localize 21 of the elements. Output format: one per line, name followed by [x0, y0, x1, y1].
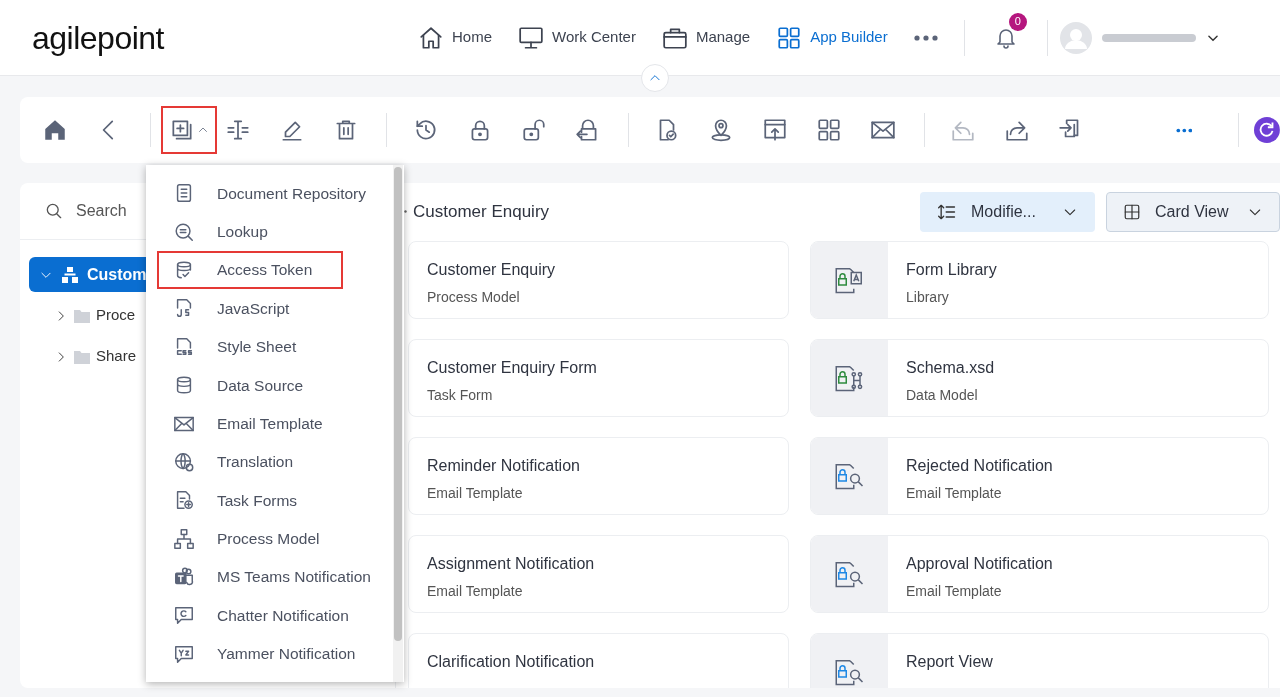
card-title: Rejected Notification [906, 456, 1053, 476]
logo: agilepoint [32, 18, 164, 58]
card-subtitle: Email Template [906, 484, 1003, 503]
card-title: Approval Notification [906, 554, 1053, 574]
card-subtitle: Data Model [906, 386, 979, 405]
notification-badge: 0 [1008, 12, 1027, 31]
card-subtitle: Email Template [906, 582, 1003, 601]
card-title: Form Library [906, 260, 997, 280]
card-subtitle: Process Model [427, 288, 521, 307]
breadcrumb: Customer Enquiry [413, 200, 551, 223]
card-subtitle: Library [906, 288, 950, 307]
card-subtitle: Email Template [427, 484, 524, 503]
card-title: Schema.xsd [906, 358, 995, 378]
card-title: Clarification Notification [427, 652, 595, 672]
card-title: Assignment Notification [427, 554, 595, 574]
card-subtitle: Task Form [427, 386, 494, 405]
card-title: Customer Enquiry [427, 260, 556, 280]
card-subtitle: Email Template [427, 582, 524, 601]
card-title: Customer Enquiry Form [427, 358, 597, 378]
card-title: Report View [906, 652, 993, 672]
card-title: Reminder Notification [427, 456, 580, 476]
